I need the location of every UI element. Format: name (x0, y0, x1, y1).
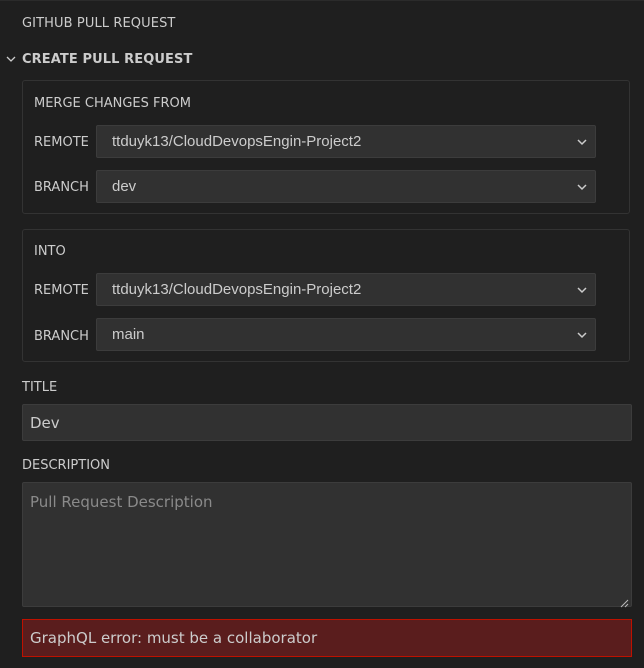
merge-from-branch-select[interactable]: dev (96, 170, 596, 203)
create-pr-section-header[interactable]: CREATE PULL REQUEST (0, 47, 644, 71)
into-branch-select[interactable]: main (96, 318, 596, 351)
error-message: GraphQL error: must be a collaborator (30, 629, 318, 647)
chevron-down-icon (573, 326, 591, 344)
description-label: DESCRIPTION (22, 458, 110, 473)
into-remote-select[interactable]: ttduyk13/CloudDevopsEngin-Project2 (96, 273, 596, 306)
chevron-down-icon (573, 281, 591, 299)
merge-from-title: MERGE CHANGES FROM (34, 96, 191, 111)
merge-from-group: MERGE CHANGES FROM REMOTE ttduyk13/Cloud… (22, 80, 630, 214)
merge-from-remote-value: ttduyk13/CloudDevopsEngin-Project2 (112, 133, 362, 150)
merge-from-remote-select[interactable]: ttduyk13/CloudDevopsEngin-Project2 (96, 125, 596, 158)
into-remote-label: REMOTE (34, 283, 89, 298)
merge-from-remote-label: REMOTE (34, 135, 89, 150)
title-input[interactable]: Dev (22, 404, 632, 441)
resize-grip-icon[interactable] (619, 594, 629, 608)
into-group: INTO REMOTE ttduyk13/CloudDevopsEngin-Pr… (22, 229, 630, 362)
view-top-border (0, 0, 644, 1)
chevron-down-icon[interactable] (0, 47, 22, 71)
view-title: GITHUB PULL REQUEST (22, 16, 176, 31)
into-branch-label: BRANCH (34, 329, 89, 344)
chevron-down-icon (573, 178, 591, 196)
title-input-value: Dev (30, 413, 60, 432)
into-branch-value: main (112, 326, 145, 343)
into-title: INTO (34, 244, 66, 259)
section-title: CREATE PULL REQUEST (22, 51, 193, 67)
chevron-down-icon (573, 133, 591, 151)
merge-from-branch-label: BRANCH (34, 180, 89, 195)
title-label: TITLE (22, 380, 58, 395)
description-textarea[interactable]: Pull Request Description (22, 482, 632, 608)
description-placeholder: Pull Request Description (30, 493, 213, 511)
merge-from-branch-value: dev (112, 178, 137, 195)
into-remote-value: ttduyk13/CloudDevopsEngin-Project2 (112, 281, 362, 298)
error-message-box: GraphQL error: must be a collaborator (22, 619, 632, 657)
